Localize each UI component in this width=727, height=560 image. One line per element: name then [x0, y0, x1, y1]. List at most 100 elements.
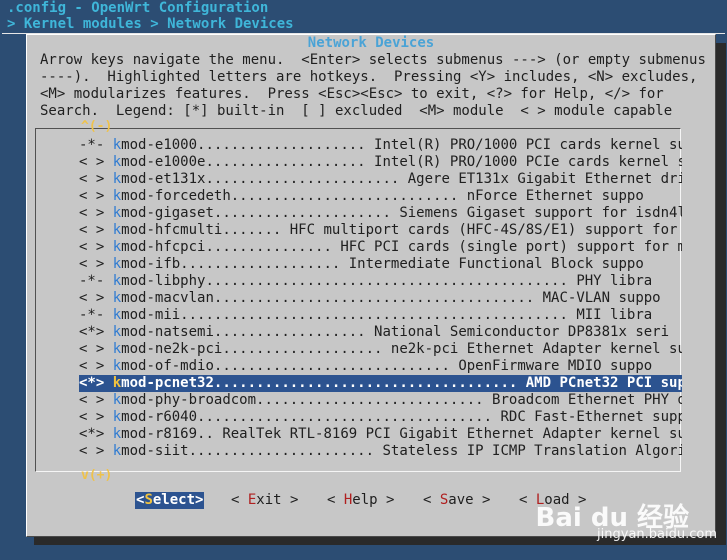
- menu-item[interactable]: < > kmod-ifb................... Intermed…: [79, 256, 682, 273]
- help-button[interactable]: < Help >: [327, 492, 394, 509]
- item-hotkey: k: [112, 137, 122, 153]
- item-label: mod-hfcmulti....... HFC multiport cards …: [121, 222, 682, 238]
- menu-item[interactable]: < > kmod-ne2k-pci................... ne2…: [79, 341, 682, 358]
- save-button[interactable]: < Save >: [423, 492, 490, 509]
- item-hotkey: k: [112, 426, 122, 442]
- help-text: Arrow keys navigate the menu. <Enter> se…: [40, 52, 706, 120]
- menu-item[interactable]: < > kmod-forcedeth......................…: [79, 188, 682, 205]
- select-button[interactable]: <Select>: [135, 492, 205, 509]
- item-state: <*>: [79, 426, 105, 442]
- item-label: mod-r6040...............................…: [121, 409, 682, 425]
- item-hotkey: k: [112, 443, 122, 459]
- menu-item[interactable]: -*- kmod-e1000.................... Intel…: [79, 137, 682, 154]
- menu-item[interactable]: < > kmod-of-mdio........................…: [79, 358, 682, 375]
- item-hotkey: k: [112, 324, 122, 340]
- help-line: Search. Legend: [*] built-in [ ] exclude…: [40, 103, 673, 119]
- scroll-down-indicator[interactable]: v(+): [81, 468, 112, 483]
- item-state: < >: [79, 256, 105, 272]
- item-hotkey: k: [112, 290, 122, 306]
- menu-item[interactable]: < > kmod-macvlan........................…: [79, 290, 682, 307]
- item-hotkey: k: [112, 222, 122, 238]
- item-label: mod-r8169.. RealTek RTL-8169 PCI Gigabit…: [121, 426, 682, 442]
- item-state: < >: [79, 358, 105, 374]
- menu-item[interactable]: <*> kmod-r8169.. RealTek RTL-8169 PCI Gi…: [79, 426, 682, 443]
- item-hotkey: k: [112, 341, 122, 357]
- button-label: ave >: [448, 492, 491, 508]
- help-line: <M> modularizes features. Press <Esc><Es…: [40, 86, 664, 102]
- item-state: <*>: [79, 375, 105, 391]
- item-hotkey: k: [112, 256, 122, 272]
- menu-item[interactable]: < > kmod-r6040..........................…: [79, 409, 682, 426]
- menuconfig-dialog: Network Devices Arrow keys navigate the …: [26, 34, 716, 537]
- item-label: mod-e1000.................... Intel(R) P…: [121, 137, 682, 153]
- item-label: mod-gigaset..................... Siemens…: [121, 205, 682, 221]
- menu-item[interactable]: -*- kmod-mii............................…: [79, 307, 682, 324]
- menu-item[interactable]: < > kmod-hfcpci............... HFC PCI c…: [79, 239, 682, 256]
- item-label: mod-ifb................... Intermediate …: [121, 256, 644, 272]
- menu-item[interactable]: -*- kmod-libphy.........................…: [79, 273, 682, 290]
- help-line: ----). Highlighted letters are hotkeys. …: [40, 69, 698, 85]
- item-label: mod-et131x....................... Agere …: [121, 171, 682, 187]
- item-state: < >: [79, 188, 105, 204]
- baidu-watermark-url: jingyan.baidu.com: [597, 527, 717, 542]
- menu-item[interactable]: <*> kmod-natsemi.................. Natio…: [79, 324, 682, 341]
- item-label: mod-libphy..............................…: [121, 273, 653, 289]
- item-hotkey: k: [112, 171, 122, 187]
- item-label: mod-of-mdio............................ …: [121, 358, 653, 374]
- window-title: .config - OpenWrt Configuration: [7, 0, 269, 16]
- item-state: -*-: [79, 137, 105, 153]
- item-state: -*-: [79, 273, 105, 289]
- menu-item[interactable]: < > kmod-hfcmulti....... HFC multiport c…: [79, 222, 682, 239]
- menu-list[interactable]: ^(-) -*- kmod-e1000.................... …: [35, 119, 682, 483]
- item-hotkey: k: [112, 188, 122, 204]
- menu-item[interactable]: < > kmod-gigaset..................... Si…: [79, 205, 682, 222]
- button-hotkey: S: [144, 492, 153, 508]
- item-state: < >: [79, 409, 105, 425]
- menu-item[interactable]: < > kmod-e1000e................... Intel…: [79, 154, 682, 171]
- item-state: <*>: [79, 324, 105, 340]
- item-state: < >: [79, 154, 105, 170]
- exit-button[interactable]: < Exit >: [231, 492, 298, 509]
- item-hotkey: k: [112, 392, 122, 408]
- menu-item[interactable]: < > kmod-siit...................... Stat…: [79, 443, 682, 460]
- button-label: xit >: [256, 492, 299, 508]
- menu-item-selected[interactable]: <*> kmod-pcnet32........................…: [79, 375, 682, 392]
- menu-item[interactable]: < > kmod-et131x....................... A…: [79, 171, 682, 188]
- item-label: mod-natsemi.................. National S…: [121, 324, 670, 340]
- item-hotkey: k: [112, 239, 122, 255]
- item-hotkey: k: [112, 273, 122, 289]
- item-label: mod-forcedeth...........................…: [121, 188, 644, 204]
- item-label: mod-ne2k-pci................... ne2k-pci…: [121, 341, 682, 357]
- help-line: Arrow keys navigate the menu. <Enter> se…: [40, 52, 706, 68]
- item-hotkey: k: [112, 358, 122, 374]
- item-state: < >: [79, 443, 105, 459]
- button-bracket: <: [519, 492, 536, 508]
- item-hotkey: k: [112, 409, 122, 425]
- button-bracket: <: [423, 492, 440, 508]
- menu-item[interactable]: < > kmod-phy-broadcom...................…: [79, 392, 682, 409]
- item-label: mod-e1000e................... Intel(R) P…: [121, 154, 682, 170]
- item-label: mod-pcnet32.............................…: [121, 375, 682, 391]
- button-label: elect>: [152, 492, 204, 508]
- breadcrumb: > Kernel modules > Network Devices: [7, 16, 294, 32]
- item-state: < >: [79, 290, 105, 306]
- scroll-up-indicator[interactable]: ^(-): [81, 119, 112, 134]
- item-label: mod-mii.................................…: [121, 307, 653, 323]
- button-label: elp >: [352, 492, 395, 508]
- item-hotkey: k: [112, 375, 122, 391]
